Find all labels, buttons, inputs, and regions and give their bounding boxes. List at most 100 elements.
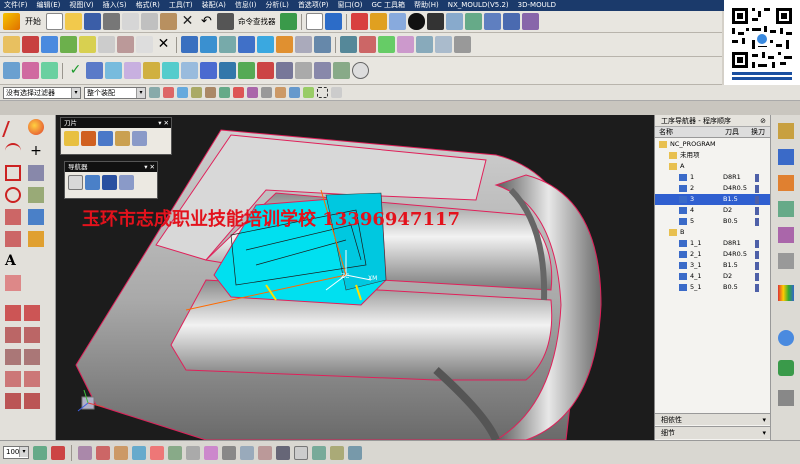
project-icon[interactable] <box>5 327 21 343</box>
face-select-icon[interactable] <box>219 87 230 98</box>
start-button[interactable]: 开始 <box>22 16 44 27</box>
assign-feed-icon[interactable] <box>124 62 141 79</box>
machine-navigator-icon[interactable] <box>778 201 794 217</box>
tool-create-icon[interactable] <box>64 131 79 146</box>
menu-item[interactable]: 装配(A) <box>202 0 226 11</box>
undo-icon[interactable]: ↶ <box>198 13 215 30</box>
fillet-icon[interactable] <box>5 275 21 291</box>
navigator-row[interactable]: 5_1 B0.5 <box>655 282 770 293</box>
navigator-row[interactable]: NC_PROGRAM <box>655 139 770 150</box>
details-section[interactable]: 细节 ▾ <box>655 426 770 439</box>
view-icon[interactable] <box>445 13 463 30</box>
save-icon[interactable] <box>84 13 101 30</box>
binoculars-icon[interactable] <box>217 13 234 30</box>
menu-item[interactable]: 格式(R) <box>136 0 160 11</box>
menu-item[interactable]: 帮助(H) <box>414 0 439 11</box>
column-name-header[interactable]: 名称 <box>659 127 673 138</box>
navigator-row[interactable]: 3 B1.5 <box>655 194 770 205</box>
print-icon[interactable] <box>103 13 120 30</box>
roles-icon[interactable] <box>778 360 794 376</box>
navigator-row[interactable]: 1 D8R1 <box>655 172 770 183</box>
column-icon[interactable] <box>219 62 236 79</box>
new-file-icon[interactable] <box>46 13 63 30</box>
navigator-row[interactable]: B <box>655 227 770 238</box>
menu-item[interactable]: 编辑(E) <box>37 0 61 11</box>
chevron-down-icon[interactable]: ▾ <box>19 447 28 457</box>
close-icon[interactable]: ▾ ✕ <box>158 118 169 128</box>
postprocess-icon[interactable] <box>276 36 293 53</box>
collision-icon[interactable] <box>397 36 414 53</box>
delete-icon[interactable]: ✕ <box>179 13 196 30</box>
attribute-icon[interactable] <box>238 62 255 79</box>
sketch-icon[interactable] <box>33 445 47 460</box>
menu-item[interactable]: 视图(V) <box>69 0 93 11</box>
intersect-icon[interactable] <box>24 327 40 343</box>
paste-icon[interactable] <box>160 13 177 30</box>
timer-icon[interactable] <box>352 62 369 79</box>
tangent-select-icon[interactable] <box>303 87 314 98</box>
ortho-view-icon[interactable] <box>502 13 520 30</box>
crosshair-icon[interactable]: + <box>28 143 44 159</box>
show-icon[interactable] <box>348 445 362 460</box>
copy-operation-icon[interactable] <box>98 36 115 53</box>
snap-point-icon[interactable] <box>222 445 236 460</box>
tool-holder-icon[interactable] <box>115 131 130 146</box>
menu-item[interactable]: 工具(T) <box>169 0 193 11</box>
paste-operation-icon[interactable] <box>117 36 134 53</box>
sphere-icon[interactable] <box>28 119 44 135</box>
center-select-icon[interactable] <box>275 87 286 98</box>
wcs-icon[interactable] <box>369 13 387 30</box>
extend-icon[interactable] <box>24 371 40 387</box>
create-program-icon[interactable] <box>3 36 20 53</box>
transform-icon[interactable] <box>340 36 357 53</box>
general-select-icon[interactable] <box>149 87 160 98</box>
dependency-section[interactable]: 相依性 ▾ <box>655 413 770 425</box>
hide-icon[interactable] <box>330 445 344 460</box>
tool-library-icon[interactable] <box>132 131 147 146</box>
datum-icon[interactable] <box>132 445 146 460</box>
offset-curve-icon[interactable] <box>5 209 21 225</box>
report-icon[interactable] <box>314 62 331 79</box>
navigator-row[interactable]: 2 D4R0.5 <box>655 183 770 194</box>
tool-mill-icon[interactable] <box>81 131 96 146</box>
text-icon[interactable]: A <box>5 253 21 269</box>
navigator-row[interactable]: 2_1 D4R0.5 <box>655 249 770 260</box>
verify-path-icon[interactable] <box>238 36 255 53</box>
rotate-icon[interactable] <box>388 13 406 30</box>
tool-list-icon[interactable] <box>276 62 293 79</box>
sheet-icon[interactable] <box>186 445 200 460</box>
palette-books-icon[interactable] <box>778 285 794 301</box>
spline-icon[interactable] <box>28 187 44 203</box>
shop-doc-icon[interactable] <box>295 36 312 53</box>
settings-icon[interactable] <box>333 62 350 79</box>
delete-operation-icon[interactable]: ✕ <box>155 36 172 53</box>
fit-icon[interactable] <box>407 13 425 30</box>
program-order-view-icon[interactable] <box>68 175 83 190</box>
navigator-row[interactable]: 3_1 B1.5 <box>655 260 770 271</box>
section-icon[interactable] <box>312 445 326 460</box>
curve-icon[interactable] <box>150 445 164 460</box>
navigator-row[interactable]: 4 D2 <box>655 205 770 216</box>
mirror-icon[interactable] <box>24 305 40 321</box>
group-icon[interactable] <box>257 62 274 79</box>
wrap-icon[interactable] <box>24 393 40 409</box>
refresh-icon[interactable] <box>279 13 297 30</box>
menu-item[interactable]: 窗口(O) <box>338 0 363 11</box>
feature-select-icon[interactable] <box>163 87 174 98</box>
program-view-icon[interactable] <box>3 62 20 79</box>
menu-item[interactable]: 3D-MOULD <box>518 0 556 11</box>
simulate-icon[interactable] <box>257 36 274 53</box>
chevron-down-icon[interactable]: ▾ <box>71 87 80 98</box>
open-folder-icon[interactable] <box>65 13 82 30</box>
ipw-icon[interactable] <box>435 36 452 53</box>
polygon-icon[interactable] <box>28 165 44 181</box>
endpoint-select-icon[interactable] <box>289 87 300 98</box>
dimension-icon[interactable] <box>96 445 110 460</box>
menu-item[interactable]: 首选项(P) <box>298 0 329 11</box>
chamfer-icon[interactable] <box>5 305 21 321</box>
navigator-palette-titlebar[interactable]: 导航器 ▾ ✕ <box>65 162 157 172</box>
navigator-row[interactable]: 5 B0.5 <box>655 216 770 227</box>
check-icon[interactable]: ✓ <box>67 62 84 79</box>
menu-item[interactable]: 插入(S) <box>103 0 127 11</box>
navigator-row[interactable]: 4_1 D2 <box>655 271 770 282</box>
